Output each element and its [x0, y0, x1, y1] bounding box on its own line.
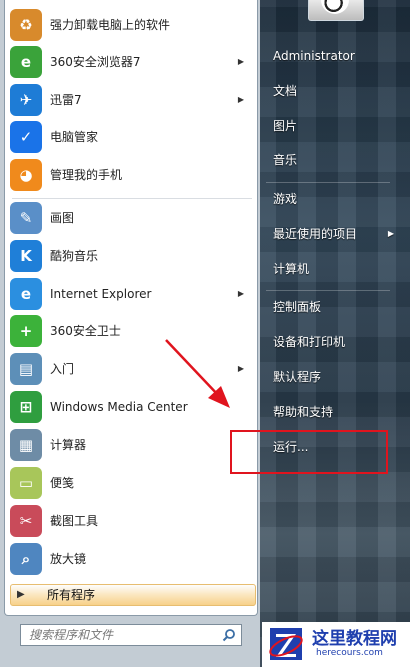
program-item[interactable]: e 360安全浏览器7 ▶	[8, 44, 254, 80]
start-menu-link[interactable]: Administrator	[264, 43, 396, 69]
start-menu-link[interactable]: 音乐	[264, 147, 396, 173]
program-label: 360安全卫士	[50, 324, 121, 338]
search-input[interactable]: 搜索程序和文件	[20, 624, 242, 646]
divider	[266, 290, 390, 291]
program-label: 画图	[50, 211, 75, 225]
start-menu-link[interactable]: 文档	[264, 78, 396, 104]
highlight-box	[230, 430, 388, 474]
program-item[interactable]: ▭ 便笺	[8, 465, 254, 501]
sticky-notes-icon: ▭	[10, 467, 42, 499]
submenu-arrow-icon[interactable]: ▶	[238, 289, 244, 298]
submenu-arrow-icon[interactable]: ▶	[238, 95, 244, 104]
link-label: 音乐	[273, 153, 298, 167]
start-menu-link[interactable]: 设备和打印机	[264, 329, 396, 355]
link-label: Administrator	[273, 49, 355, 63]
all-programs-label: 所有程序	[47, 588, 96, 602]
program-item[interactable]: ⌕ 放大镜	[8, 541, 254, 577]
kugou-k-icon: K	[10, 240, 42, 272]
program-item[interactable]: ▦ 计算器	[8, 427, 254, 463]
link-label: 最近使用的项目	[273, 227, 358, 241]
link-label: 默认程序	[273, 370, 322, 384]
program-label: 360安全浏览器7	[50, 55, 141, 69]
internet-explorer-icon: e	[10, 278, 42, 310]
program-label: Windows Media Center	[50, 400, 188, 414]
divider	[266, 182, 390, 183]
program-item[interactable]: ✈ 迅雷7 ▶	[8, 82, 254, 118]
watermark-url: herecours.com	[316, 648, 383, 658]
start-menu-link[interactable]: 游戏	[264, 186, 396, 212]
program-item[interactable]: ▤ 入门 ▶	[8, 351, 254, 387]
360-guard-icon: +	[10, 315, 42, 347]
program-label: 强力卸载电脑上的软件	[50, 18, 171, 32]
start-menu-link[interactable]: 默认程序	[264, 364, 396, 390]
scissors-icon: ✂	[10, 505, 42, 537]
user-avatar[interactable]	[308, 0, 364, 21]
submenu-arrow-icon[interactable]: ▶	[388, 221, 394, 247]
shield-check-icon: ✓	[10, 121, 42, 153]
program-label: 酷狗音乐	[50, 249, 99, 263]
link-label: 帮助和支持	[273, 405, 334, 419]
link-label: 游戏	[273, 192, 298, 206]
start-menu-link[interactable]: 计算机	[264, 256, 396, 282]
program-label: 计算器	[50, 438, 87, 452]
phone-manager-icon: ◕	[10, 159, 42, 191]
magnifier-icon: ⌕	[10, 543, 42, 575]
link-label: 文档	[273, 84, 298, 98]
program-label: 迅雷7	[50, 93, 82, 107]
program-item[interactable]: ⊞ Windows Media Center	[8, 389, 254, 425]
start-menu-link[interactable]: 最近使用的项目 ▶	[264, 221, 396, 247]
program-label: 管理我的手机	[50, 168, 123, 182]
triangle-right-icon: ▶	[17, 589, 25, 600]
search-icon[interactable]	[222, 628, 236, 642]
uninstall-box-icon: ♻	[10, 9, 42, 41]
program-item[interactable]: ✂ 截图工具	[8, 503, 254, 539]
program-label: 放大镜	[50, 552, 87, 566]
thunder-bird-icon: ✈	[10, 84, 42, 116]
program-item[interactable]: +360安全卫士	[8, 313, 254, 349]
start-menu-link[interactable]: 图片	[264, 113, 396, 139]
start-menu-link[interactable]: 帮助和支持	[264, 399, 396, 425]
360-browser-icon: e	[10, 46, 42, 78]
link-label: 设备和打印机	[273, 335, 346, 349]
submenu-arrow-icon[interactable]: ▶	[238, 57, 244, 66]
watermark-title: 这里教程网	[312, 629, 397, 649]
getting-started-icon: ▤	[10, 353, 42, 385]
program-label: 入门	[50, 362, 75, 376]
program-label: 便笺	[50, 476, 75, 490]
all-programs-button[interactable]: ▶ 所有程序	[10, 584, 256, 606]
program-item[interactable]: e Internet Explorer ▶	[8, 276, 254, 312]
program-item[interactable]: ✎ 画图	[8, 200, 254, 236]
divider	[12, 198, 252, 199]
link-label: 控制面板	[273, 300, 322, 314]
program-label: 电脑管家	[50, 130, 99, 144]
watermark: 这里教程网 herecours.com	[262, 622, 410, 667]
submenu-arrow-icon[interactable]: ▶	[238, 364, 244, 373]
paint-palette-icon: ✎	[10, 202, 42, 234]
start-menu-link[interactable]: 控制面板	[264, 294, 396, 320]
program-label: Internet Explorer	[50, 287, 152, 301]
program-label: 截图工具	[50, 514, 99, 528]
link-label: 计算机	[273, 262, 310, 276]
program-item[interactable]: ✓ 电脑管家	[8, 119, 254, 155]
link-label: 图片	[273, 119, 298, 133]
windows-media-center-icon: ⊞	[10, 391, 42, 423]
calculator-icon: ▦	[10, 429, 42, 461]
program-item[interactable]: K 酷狗音乐	[8, 238, 254, 274]
search-placeholder: 搜索程序和文件	[29, 628, 114, 642]
program-item[interactable]: ♻ 强力卸载电脑上的软件	[8, 7, 254, 43]
watermark-logo	[269, 628, 303, 660]
program-item[interactable]: ◕ 管理我的手机	[8, 157, 254, 193]
